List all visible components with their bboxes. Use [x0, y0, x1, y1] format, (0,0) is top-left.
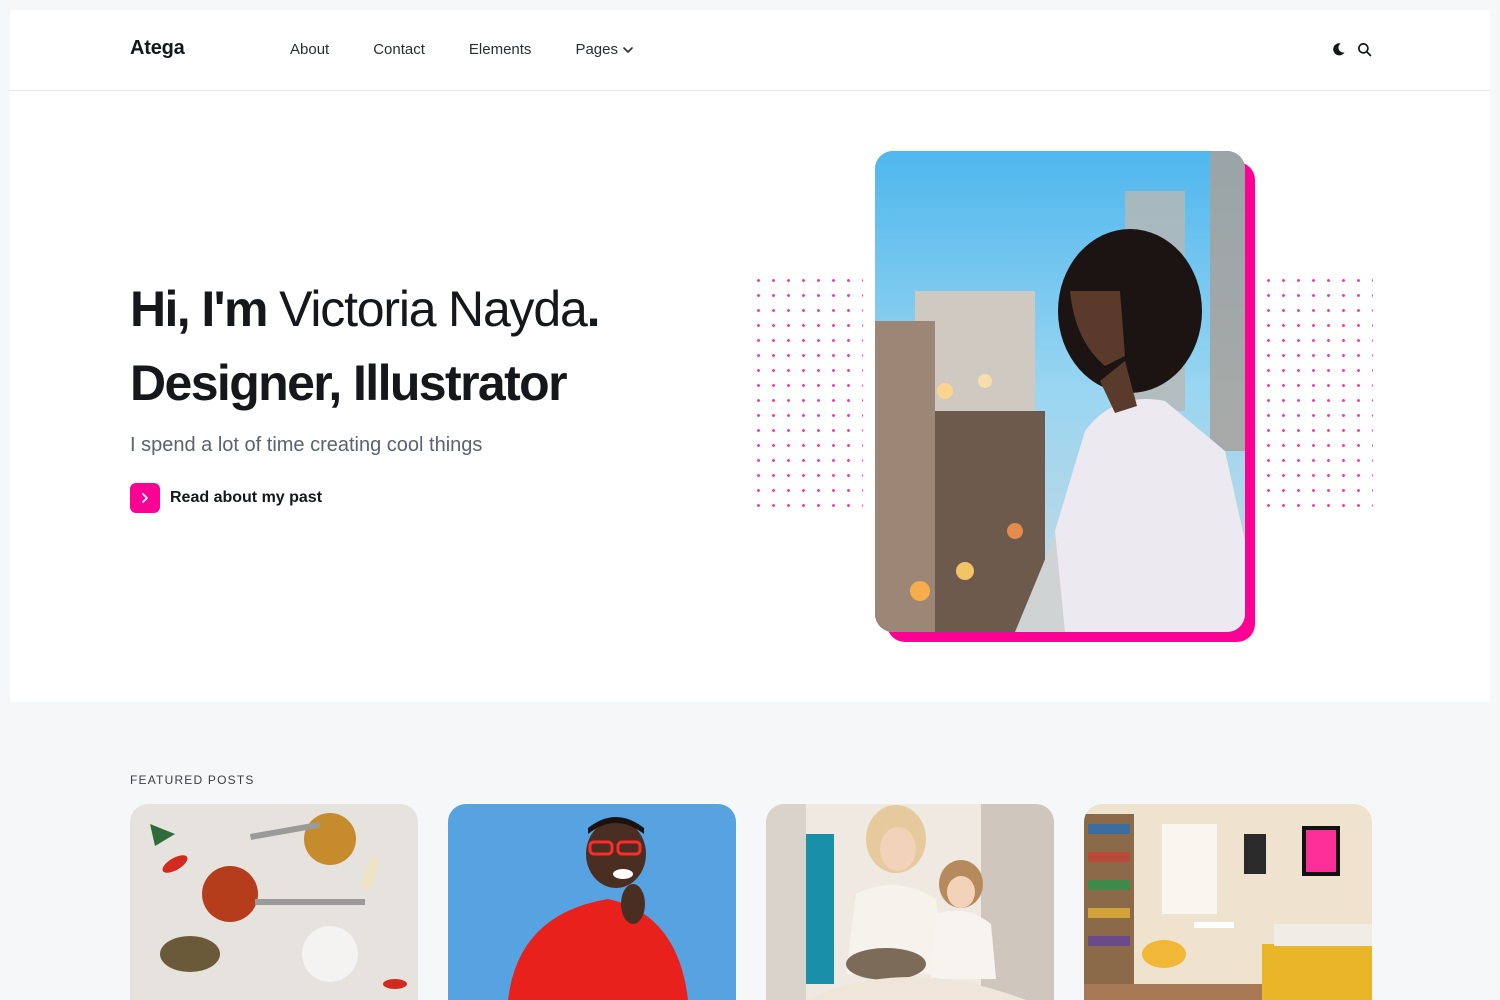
- featured-post-card-mother-daughter[interactable]: [766, 804, 1054, 1000]
- hero-greeting: Hi, I'm: [130, 281, 280, 337]
- read-about-label[interactable]: Read about my past: [170, 489, 322, 507]
- nav-pages-label: Pages: [575, 41, 618, 58]
- nav-contact[interactable]: Contact: [373, 41, 425, 58]
- arrow-right-button[interactable]: [130, 483, 160, 513]
- header-actions: [1330, 40, 1372, 58]
- nav-about[interactable]: About: [290, 41, 329, 58]
- chevron-down-icon: [623, 46, 633, 53]
- dot-pattern-left: [751, 273, 863, 509]
- dot-pattern-right: [1261, 273, 1373, 509]
- spices-image: [130, 804, 418, 1000]
- search-icon[interactable]: [1356, 40, 1372, 58]
- site-header: Atega About Contact Elements Pages: [10, 10, 1490, 91]
- nav-pages[interactable]: Pages: [575, 41, 634, 58]
- hero-subtitle: I spend a lot of time creating cool thin…: [130, 434, 483, 456]
- mother-daughter-image: [766, 804, 1054, 1000]
- hero-role: Designer, Illustrator: [130, 355, 568, 411]
- hero-name: Victoria Nayda: [279, 272, 588, 346]
- page-frame: Atega About Contact Elements Pages Hi, I…: [10, 10, 1490, 702]
- main-nav: About Contact Elements Pages: [290, 41, 634, 58]
- hero-title: Hi, I'm Victoria Nayda. Designer, Illust…: [130, 272, 601, 420]
- read-about-link[interactable]: Read about my past: [130, 483, 322, 513]
- bedroom-interior-image: [1084, 804, 1372, 1000]
- nav-contact-label: Contact: [373, 41, 425, 58]
- chevron-right-icon: [142, 493, 148, 503]
- moon-icon[interactable]: [1330, 40, 1346, 58]
- featured-post-card-room[interactable]: [1084, 804, 1372, 1000]
- laughing-man-image: [448, 804, 736, 1000]
- hero-period: .: [586, 281, 601, 337]
- featured-post-card-man[interactable]: [448, 804, 736, 1000]
- nav-elements-label: Elements: [468, 41, 532, 58]
- featured-posts-list: [130, 804, 1372, 1000]
- site-logo[interactable]: Atega: [130, 37, 185, 60]
- nav-elements[interactable]: Elements: [469, 41, 532, 58]
- featured-posts-heading: FEATURED POSTS: [130, 773, 255, 787]
- featured-post-card-spices[interactable]: [130, 804, 418, 1000]
- hero-portrait-image: [875, 151, 1245, 632]
- nav-about-label: About: [290, 41, 330, 58]
